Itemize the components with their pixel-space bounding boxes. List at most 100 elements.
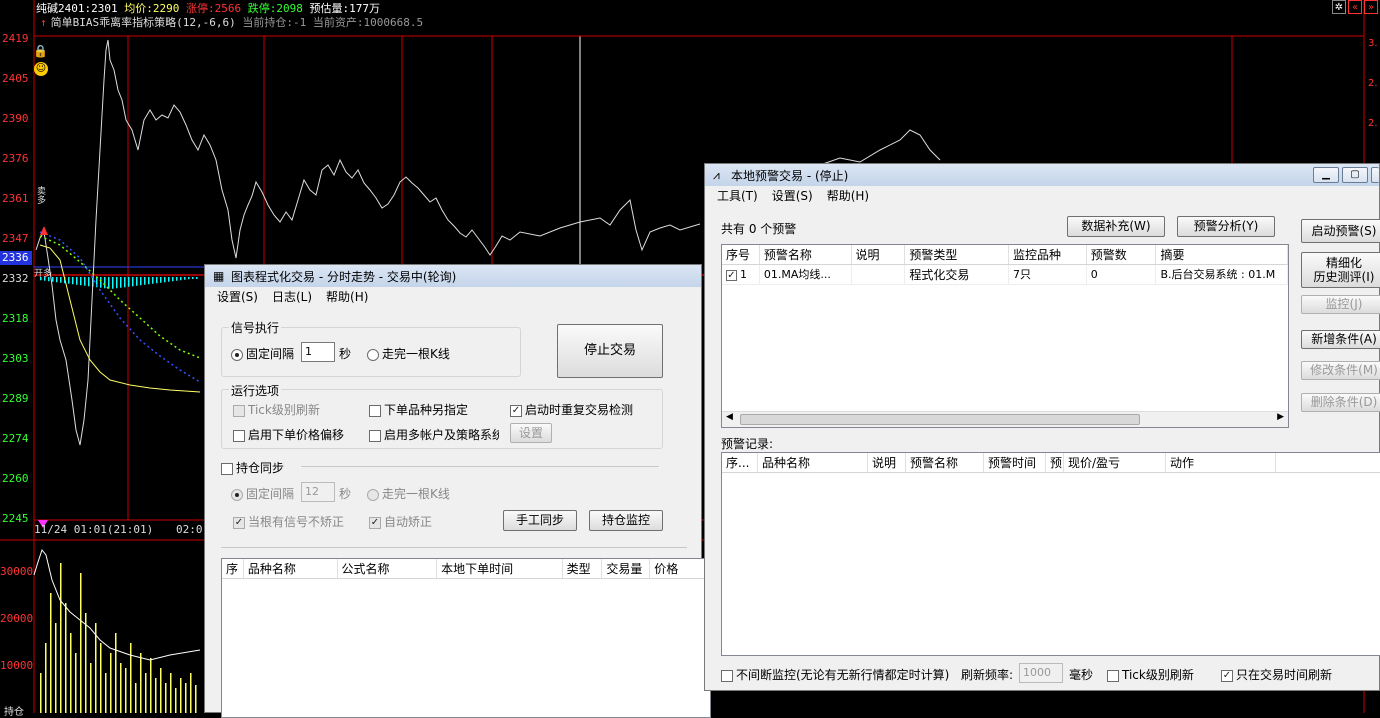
col-order-time[interactable]: 本地下单时间 (437, 559, 563, 578)
minimize-icon[interactable]: ▁ (1313, 167, 1339, 183)
checkbox-unchecked[interactable] (369, 404, 381, 417)
bar-complete-radio[interactable]: 走完一根K线 (367, 345, 450, 362)
menu-tools[interactable]: 工具(T) (717, 187, 758, 204)
no-correct-checkbox[interactable]: ✓ 当根有信号不矫正 (233, 513, 344, 530)
menu-settings[interactable]: 设置(S) (772, 187, 813, 204)
col-rec-time[interactable]: 预警时间 (984, 453, 1046, 472)
checkbox-checked[interactable]: ✓ (510, 404, 522, 417)
col-volume[interactable]: 交易量 (602, 559, 651, 578)
col-index[interactable]: 序 (222, 559, 244, 578)
delete-condition-button[interactable]: 删除条件(D) (1301, 393, 1380, 412)
menu-help[interactable]: 帮助(H) (326, 288, 368, 305)
horizontal-scrollbar[interactable]: ◀ ▶ (722, 411, 1288, 427)
settings-button[interactable]: 设置 (510, 423, 552, 443)
trading-hours-checkbox[interactable]: ✓ 只在交易时间刷新 (1221, 666, 1332, 683)
checkbox-unchecked[interactable] (221, 462, 233, 475)
scroll-left-icon[interactable]: ◀ (726, 412, 733, 422)
col-formula[interactable]: 公式名称 (338, 559, 438, 578)
checkbox-checked[interactable]: ✓ (233, 516, 245, 529)
order-table[interactable]: 序 品种名称 公式名称 本地下单时间 类型 交易量 价格 (221, 558, 711, 718)
stop-trading-button[interactable]: 停止交易 (557, 324, 663, 378)
menu-log[interactable]: 日志(L) (272, 288, 312, 305)
radio-unchecked[interactable] (367, 348, 379, 361)
multi-account-checkbox[interactable]: 启用多帐户及策略系统 (369, 426, 499, 443)
checkbox-checked[interactable]: ✓ (369, 516, 381, 529)
refresh-rate-input[interactable]: 1000 (1019, 663, 1063, 683)
double-right-icon[interactable]: » (1364, 0, 1378, 14)
col-summary[interactable]: 摘要 (1156, 245, 1288, 264)
col-price[interactable]: 价格 (650, 559, 710, 578)
signal-group-label: 信号执行 (229, 319, 282, 336)
checkbox-checked[interactable]: ✓ (726, 269, 737, 281)
order-variety-checkbox[interactable]: 下单品种另指定 (369, 401, 468, 418)
table-row[interactable]: ✓ 1 01.MA均线... 程式化交易 7只 0 B.后台交易系统 : 01.M (722, 265, 1288, 285)
sync-interval-input[interactable]: 12 (301, 482, 335, 502)
sync-fixed-interval-radio[interactable]: 固定间隔 (231, 485, 294, 502)
position-sync-checkbox[interactable]: 持仓同步 (221, 459, 284, 476)
col-desc[interactable]: 说明 (852, 245, 906, 264)
col-variety[interactable]: 品种名称 (244, 559, 338, 578)
start-alert-button[interactable]: 启动预警(S) (1301, 219, 1380, 243)
fixed-interval-radio[interactable]: 固定间隔 (231, 345, 294, 362)
col-no[interactable]: 序号 (722, 245, 760, 264)
checkbox-unchecked[interactable] (721, 669, 733, 682)
col-type[interactable]: 类型 (563, 559, 603, 578)
col-rec-desc[interactable]: 说明 (868, 453, 906, 472)
double-left-icon[interactable]: « (1348, 0, 1362, 14)
position-monitor-button[interactable]: 持仓监控 (589, 510, 663, 531)
col-rec-no[interactable]: 序... (722, 453, 758, 472)
add-condition-button[interactable]: 新增条件(A) (1301, 330, 1380, 349)
order-table-header: 序 品种名称 公式名称 本地下单时间 类型 交易量 价格 (222, 559, 710, 579)
radio-checked[interactable] (231, 348, 243, 361)
refresh-rate-label: 刷新频率: (961, 668, 1014, 682)
checkbox-unchecked[interactable] (369, 429, 381, 442)
refine-backtest-button[interactable]: 精细化 历史测评(I) (1301, 252, 1380, 288)
window-titlebar[interactable]: ⩘ 本地预警交易 - (停止) ▁ ▢ (705, 164, 1379, 186)
col-rec-variety[interactable]: 品种名称 (758, 453, 868, 472)
col-alert-name[interactable]: 预警名称 (760, 245, 852, 264)
maximize-icon[interactable]: ▢ (1342, 167, 1368, 183)
manual-sync-button[interactable]: 手工同步 (503, 510, 577, 531)
close-icon[interactable] (1371, 167, 1379, 183)
alert-analysis-button[interactable]: 预警分析(Y) (1177, 216, 1275, 237)
local-alert-trading-window[interactable]: ⩘ 本地预警交易 - (停止) ▁ ▢ 工具(T) 设置(S) 帮助(H) 共有 … (704, 163, 1380, 691)
scroll-thumb[interactable] (740, 414, 1140, 425)
menu-help[interactable]: 帮助(H) (827, 187, 869, 204)
radio-checked[interactable] (231, 488, 243, 501)
alert-records-table[interactable]: 序... 品种名称 说明 预警名称 预警时间 预 现价/盈亏 动作 (721, 452, 1380, 656)
alert-table[interactable]: 序号 预警名称 说明 预警类型 监控品种 预警数 摘要 ✓ 1 01.MA均线..… (721, 244, 1289, 428)
tick-refresh-checkbox[interactable]: Tick级别刷新 (1107, 666, 1194, 683)
col-alert-type[interactable]: 预警类型 (905, 245, 1009, 264)
sync-bar-complete-label: 走完一根K线 (382, 487, 450, 501)
scroll-right-icon[interactable]: ▶ (1277, 412, 1284, 422)
checkbox-unchecked[interactable] (1107, 669, 1119, 682)
checkbox-checked[interactable]: ✓ (1221, 669, 1233, 682)
sync-bar-complete-radio[interactable]: 走完一根K线 (367, 485, 450, 502)
lock-icon[interactable]: 🔒 (33, 44, 48, 58)
program-trading-window[interactable]: ▦ 图表程式化交易 - 分时走势 - 交易中(轮询) 设置(S) 日志(L) 帮… (204, 264, 711, 718)
window-titlebar[interactable]: ▦ 图表程式化交易 - 分时走势 - 交易中(轮询) (205, 265, 701, 287)
radio-unchecked[interactable] (367, 488, 379, 501)
bar-complete-label: 走完一根K线 (382, 347, 450, 361)
data-supplement-button[interactable]: 数据补充(W) (1067, 216, 1165, 237)
price-offset-checkbox[interactable]: 启用下单价格偏移 (233, 426, 344, 443)
auto-correct-checkbox[interactable]: ✓ 自动矫正 (369, 513, 432, 530)
col-variety[interactable]: 监控品种 (1009, 245, 1087, 264)
indicator-bar (156, 277, 158, 284)
col-rec-action[interactable]: 动作 (1166, 453, 1276, 472)
col-rec-price[interactable]: 现价/盈亏 (1064, 453, 1166, 472)
restart-check-checkbox[interactable]: ✓ 启动时重复交易检测 (510, 401, 633, 418)
monitor-button[interactable]: 监控(J) (1301, 295, 1380, 314)
modify-condition-button[interactable]: 修改条件(M) (1301, 361, 1380, 380)
volume-bar (135, 683, 137, 713)
interval-input[interactable]: 1 (301, 342, 335, 362)
col-rec-p[interactable]: 预 (1046, 453, 1064, 472)
tick-refresh-checkbox[interactable]: Tick级别刷新 (233, 401, 320, 418)
checkbox-unchecked[interactable] (233, 404, 245, 417)
col-alert-count[interactable]: 预警数 (1087, 245, 1157, 264)
checkbox-unchecked[interactable] (233, 429, 245, 442)
col-rec-alert-name[interactable]: 预警名称 (906, 453, 984, 472)
menu-settings[interactable]: 设置(S) (217, 288, 258, 305)
continuous-monitor-checkbox[interactable]: 不间断监控(无论有无新行情都定时计算) (721, 666, 949, 683)
gear-icon[interactable]: ✲ (1332, 0, 1346, 14)
